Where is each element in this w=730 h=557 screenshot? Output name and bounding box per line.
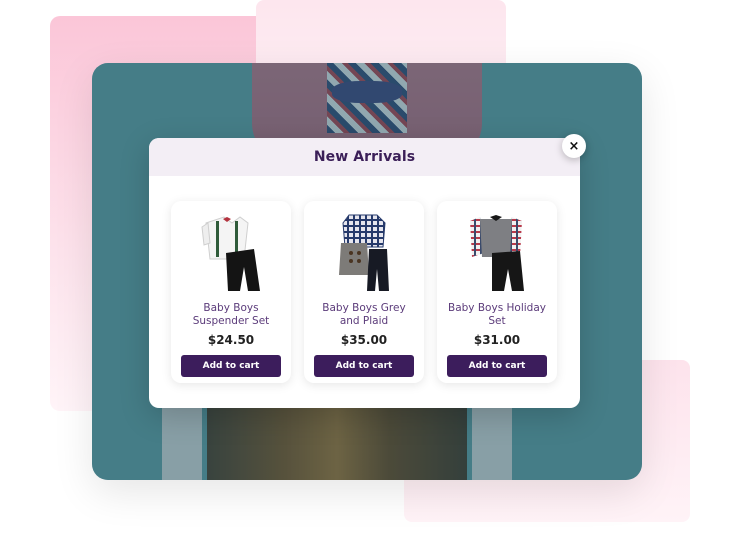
product-price: $24.50 [207, 333, 255, 347]
add-to-cart-button[interactable]: Add to cart [314, 355, 414, 377]
product-card-grey-and-plaid[interactable]: Baby Boys Grey and Plaid $35.00 Add to c… [304, 201, 424, 383]
product-card-holiday-set[interactable]: Baby Boys Holiday Set $31.00 Add to cart [437, 201, 557, 383]
add-to-cart-button[interactable]: Add to cart [447, 355, 547, 377]
holiday-set-image[interactable] [462, 213, 532, 293]
product-name[interactable]: Baby Boys Grey and Plaid [314, 302, 414, 328]
product-card-suspender-set[interactable]: Baby Boys Suspender Set $24.50 Add to ca… [171, 201, 291, 383]
product-list: Baby Boys Suspender Set $24.50 Add to ca… [171, 201, 557, 383]
suspender-set-image[interactable] [196, 213, 266, 293]
product-name[interactable]: Baby Boys Holiday Set [447, 302, 547, 328]
product-name[interactable]: Baby Boys Suspender Set [181, 302, 281, 328]
close-icon[interactable]: × [562, 134, 586, 158]
product-price: $31.00 [473, 333, 521, 347]
new-arrivals-modal: New Arrivals Baby Boys Suspender Set $24… [149, 138, 580, 408]
grey-plaid-image[interactable] [329, 213, 399, 293]
add-to-cart-button[interactable]: Add to cart [181, 355, 281, 377]
product-price: $35.00 [340, 333, 388, 347]
modal-header: New Arrivals [149, 138, 580, 176]
modal-title: New Arrivals [313, 149, 416, 165]
